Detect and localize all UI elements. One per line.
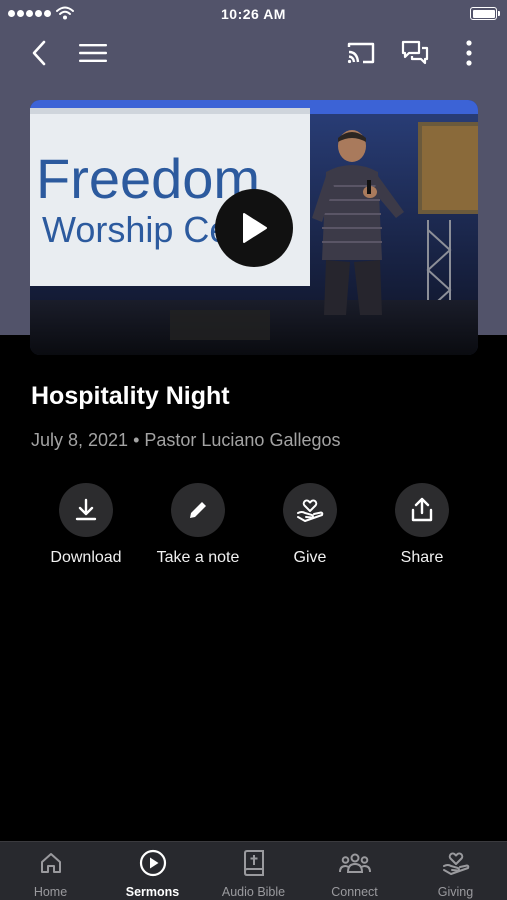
people-icon [338,853,371,873]
tab-sermons-label: Sermons [125,885,180,899]
play-circle-icon [139,849,166,877]
heart-hand-icon [442,852,469,875]
share-label: Share [400,549,444,566]
share-icon [411,497,433,522]
tab-home[interactable]: Home [0,848,101,899]
cast-icon [347,42,375,64]
download-button[interactable]: Download [30,483,142,567]
battery-icon [470,7,500,20]
chevron-left-icon [32,40,46,66]
sermon-meta: July 8, 2021 • Pastor Luciano Gallegos [31,430,341,450]
back-button[interactable] [22,36,56,70]
sermon-title: Hospitality Night [31,382,230,410]
chat-bubbles-icon [401,40,429,65]
action-row: Download Take a note Give Share [0,483,507,583]
tab-giving[interactable]: Giving [405,848,506,899]
download-label: Download [50,549,122,566]
status-bar: 10:26 AM [0,0,507,28]
tab-audio-bible-label: Audio Bible [221,885,286,899]
take-note-circle [171,483,225,537]
give-circle [283,483,337,537]
more-options-button[interactable] [452,36,486,70]
tab-sermons[interactable]: Sermons [102,848,203,899]
give-button[interactable]: Give [254,483,366,567]
tab-bar: Home Sermons Audio Bible Connect Giving [0,841,507,900]
cast-button[interactable] [344,36,378,70]
video-player[interactable]: Freedom Worship Center [30,100,478,355]
take-note-label: Take a note [156,549,240,566]
download-circle [59,483,113,537]
pencil-icon [190,500,208,518]
more-vertical-icon [466,40,472,66]
heart-hand-icon [297,499,324,522]
share-circle [395,483,449,537]
tab-home-label: Home [33,885,68,899]
hamburger-menu-icon [79,44,107,62]
give-label: Give [293,549,327,566]
bible-icon [243,850,264,876]
tab-connect[interactable]: Connect [304,848,405,899]
tab-giving-label: Giving [437,885,474,899]
share-button[interactable]: Share [366,483,478,567]
take-note-button[interactable]: Take a note [142,483,254,567]
menu-button[interactable] [76,36,110,70]
home-icon [40,853,61,873]
play-icon [243,213,267,243]
play-button[interactable] [215,189,293,267]
chat-button[interactable] [398,36,432,70]
download-icon [75,498,97,521]
status-time: 10:26 AM [221,6,286,22]
tab-connect-label: Connect [331,885,378,899]
tab-audio-bible[interactable]: Audio Bible [203,848,304,899]
